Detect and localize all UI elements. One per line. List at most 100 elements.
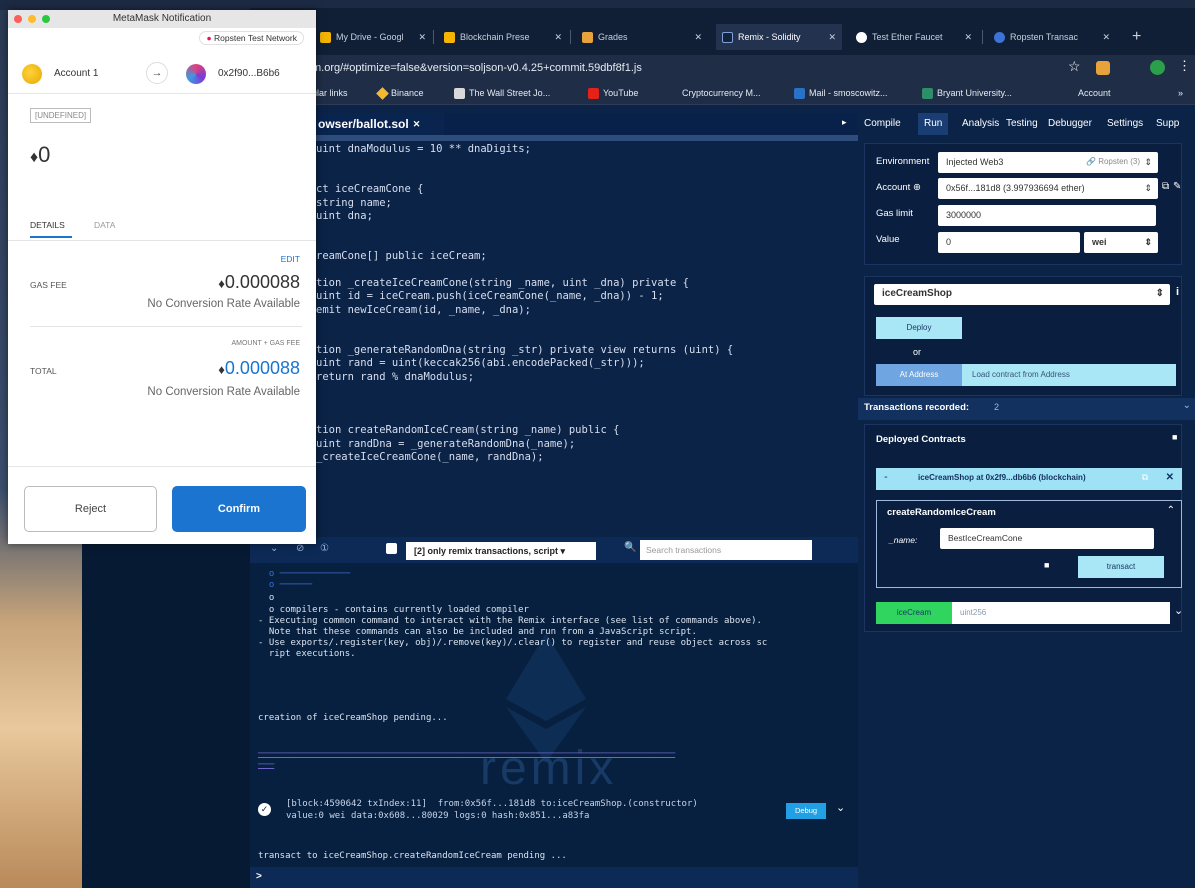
copy-icon[interactable]: ⧉ <box>1142 472 1148 483</box>
browser-tab-remix[interactable]: Remix - Solidity ✕ <box>716 24 842 50</box>
terminal-toolbar: ⌄ ⊘ ① [2] only remix transactions, scrip… <box>250 537 858 563</box>
icecream-button[interactable]: iceCream <box>876 602 952 624</box>
close-icon[interactable]: ✕ <box>413 119 421 129</box>
bookmarks-more-icon[interactable]: » <box>1178 85 1183 101</box>
terminal-input[interactable]: > <box>250 867 858 888</box>
bookmark-wsj[interactable]: The Wall Street Jo... <box>454 85 550 101</box>
filter-select[interactable]: [2] only remix transactions, script ▾ <box>406 542 596 560</box>
confirm-button[interactable]: Confirm <box>172 486 306 532</box>
close-icon[interactable]: ✕ <box>1102 24 1110 50</box>
bookmark-popular-links[interactable]: ular links <box>312 85 348 101</box>
chevron-down-icon[interactable]: ⌄ <box>270 543 278 554</box>
chevron-down-icon[interactable]: ⌄ <box>836 801 845 814</box>
tab-compile[interactable]: Compile <box>864 113 901 135</box>
value-input[interactable]: 0 <box>938 232 1080 253</box>
contract-instance[interactable]: - iceCreamShop at 0x2f9...db6b6 (blockch… <box>876 468 1182 490</box>
browser-tab-grades[interactable]: Grades ✕ <box>576 24 708 50</box>
eth-icon: ♦ <box>218 362 225 377</box>
browser-tab-ropsten[interactable]: Ropsten Transac ✕ <box>988 24 1116 50</box>
to-address[interactable]: 0x2f90...B6b6 <box>218 68 280 79</box>
tab-support[interactable]: Supp <box>1156 113 1179 135</box>
bookmark-mail[interactable]: Mail - smoscowitz... <box>794 85 888 101</box>
link-lines[interactable]: o ───────────── o ────── <box>258 569 350 591</box>
trash-icon[interactable]: ■ <box>1172 432 1177 442</box>
gas-limit-input[interactable]: 3000000 <box>938 205 1156 226</box>
code-lines[interactable]: uint dnaModulus = 10 ** dnaDigits; ct ice… <box>316 143 856 533</box>
tab-debugger[interactable]: Debugger <box>1048 113 1092 135</box>
network-badge[interactable]: ● Ropsten Test Network <box>199 31 304 45</box>
tab-analysis[interactable]: Analysis <box>962 113 999 135</box>
reject-button[interactable]: Reject <box>24 486 157 532</box>
new-tab-button[interactable]: + <box>1126 24 1156 50</box>
transactions-recorded-bar[interactable]: Transactions recorded: 2 ⌄ <box>858 398 1195 420</box>
close-window-icon[interactable] <box>14 15 22 23</box>
collapse-icon[interactable]: - <box>884 471 888 483</box>
star-icon[interactable]: ☆ <box>1068 58 1081 75</box>
close-icon[interactable]: ✕ <box>828 24 836 50</box>
clear-icon[interactable]: ⊘ <box>296 543 304 554</box>
total-conversion: No Conversion Rate Available <box>147 386 300 398</box>
name-param-input[interactable]: BestIceCreamCone <box>940 528 1154 549</box>
code-line: tion _generateRandomDna(string _str) pri… <box>316 343 734 356</box>
etherscan-link[interactable]: ────────────────────────────────────────… <box>258 749 675 771</box>
bookmark-bryant[interactable]: Bryant University... <box>922 85 1012 101</box>
collapse-arrow-icon[interactable]: ▸ <box>842 117 847 128</box>
environment-select[interactable]: Injected Web3 🔗 Ropsten (3) ⇕ <box>938 152 1158 173</box>
icecream-input[interactable]: uint256 <box>952 602 1170 624</box>
code-line: reamCone[] public iceCream; <box>316 250 487 263</box>
terminal-output[interactable]: remix o ───────────── o ────── o o compi… <box>250 563 858 888</box>
copy-icon[interactable]: ⧉ <box>1162 181 1169 192</box>
network-hint: 🔗 Ropsten (3) <box>1086 157 1140 166</box>
transact-button[interactable]: transact <box>1078 556 1164 578</box>
at-address-button[interactable]: At Address <box>876 364 962 386</box>
account-select[interactable]: 0x56f...181d8 (3.997936694 ether) ⇕ <box>938 178 1158 199</box>
chevron-down-icon: ⇕ <box>1144 237 1152 247</box>
bookmark-youtube[interactable]: YouTube <box>588 85 638 101</box>
profile-icon[interactable] <box>1150 60 1165 75</box>
close-icon[interactable]: ✕ <box>1166 472 1174 483</box>
gas-fee-conversion: No Conversion Rate Available <box>147 298 300 310</box>
tab-settings[interactable]: Settings <box>1107 113 1143 135</box>
terminal-line: o compilers - contains currently loaded … <box>258 605 529 615</box>
browser-tab-blockchain[interactable]: Blockchain Prese ✕ <box>438 24 568 50</box>
minimize-window-icon[interactable] <box>28 15 36 23</box>
browser-tab-faucet[interactable]: Test Ether Faucet ✕ <box>850 24 978 50</box>
close-icon[interactable]: ✕ <box>554 24 562 50</box>
code-line: tion _createIceCreamCone(string _name, u… <box>316 276 689 289</box>
bookmark-binance[interactable]: Binance <box>376 85 424 101</box>
bookmark-account[interactable]: Account <box>1078 85 1111 101</box>
value-unit-select[interactable]: wei ⇕ <box>1084 232 1158 253</box>
close-icon[interactable]: ✕ <box>418 24 426 50</box>
extension-icon[interactable] <box>1096 61 1110 75</box>
tab-run[interactable]: Run <box>918 113 949 135</box>
listen-checkbox[interactable] <box>386 543 397 554</box>
load-address-input[interactable]: Load contract from Address <box>962 364 1176 386</box>
account-row: Account 1 → 0x2f90...B6b6 <box>8 54 316 94</box>
gas-limit-label: Gas limit <box>876 208 913 219</box>
terminal-line: Note that these commands can also be inc… <box>258 627 697 637</box>
plus-icon[interactable]: ⊕ <box>913 182 921 193</box>
youtube-icon <box>588 88 599 100</box>
deploy-button[interactable]: Deploy <box>876 317 962 339</box>
edit-gas-link[interactable]: EDIT <box>281 254 300 264</box>
clipboard-icon[interactable]: ■ <box>1044 560 1049 570</box>
menu-kebab-icon[interactable]: ⋮ <box>1178 58 1191 74</box>
close-icon[interactable]: ✕ <box>964 24 972 50</box>
chevron-down-icon[interactable]: ⌄ <box>1174 604 1183 617</box>
debug-button[interactable]: Debug <box>786 803 826 819</box>
browser-tab-drive[interactable]: My Drive - Googl ✕ <box>314 24 432 50</box>
tab-testing[interactable]: Testing <box>1006 113 1038 135</box>
chevron-up-icon[interactable]: ⌃ <box>1167 505 1175 516</box>
bookmarks-bar: ular links Binance The Wall Street Jo...… <box>250 81 1195 105</box>
url-field[interactable]: m.org/#optimize=false&version=soljson-v0… <box>312 59 642 77</box>
maximize-window-icon[interactable] <box>42 15 50 23</box>
bookmark-crypto[interactable]: Cryptocurrency M... <box>682 85 761 101</box>
tab-data[interactable]: DATA <box>94 220 115 230</box>
search-transactions-input[interactable]: Search transactions <box>640 540 812 560</box>
contract-select[interactable]: iceCreamShop ⇕ <box>874 284 1170 305</box>
close-icon[interactable]: ✕ <box>694 24 702 50</box>
edit-icon[interactable]: ✎ <box>1173 181 1181 192</box>
info-icon[interactable]: i <box>1176 286 1179 298</box>
tab-details[interactable]: DETAILS <box>30 220 65 230</box>
file-tab-ballot[interactable]: owser/ballot.sol ✕ <box>316 113 444 135</box>
